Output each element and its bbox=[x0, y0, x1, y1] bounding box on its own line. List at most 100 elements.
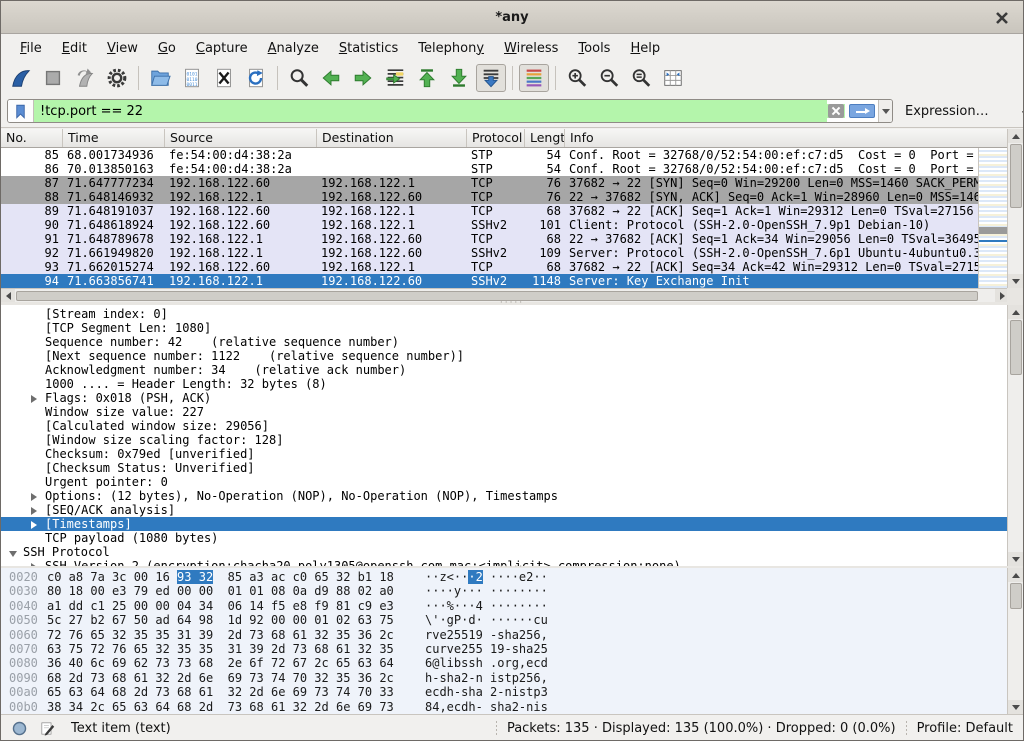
find-packet-icon[interactable] bbox=[284, 64, 314, 92]
close-file-icon[interactable] bbox=[209, 64, 239, 92]
packet-row-91[interactable]: 9171.648789678192.168.122.1192.168.122.6… bbox=[1, 232, 1009, 246]
hex-bytes[interactable]: a1 dd c1 25 00 00 04 34 06 14 f5 e8 f9 8… bbox=[39, 599, 411, 613]
scroll-thumb[interactable] bbox=[16, 291, 978, 301]
hex-bytes[interactable]: c0 a8 7a 3c 00 16 93 32 85 a3 ac c0 65 3… bbox=[39, 570, 411, 584]
detail-line[interactable]: [TCP Segment Len: 1080] bbox=[1, 321, 1009, 335]
scroll-left-icon[interactable] bbox=[1, 289, 15, 303]
menu-statistics[interactable]: Statistics bbox=[330, 37, 407, 60]
detail-line[interactable]: Flags: 0x018 (PSH, ACK) bbox=[1, 391, 1009, 405]
detail-line[interactable]: [Window size scaling factor: 128] bbox=[1, 433, 1009, 447]
details-vscrollbar[interactable] bbox=[1007, 305, 1023, 566]
capture-comment-icon[interactable] bbox=[37, 719, 57, 739]
packet-list-vscrollbar[interactable] bbox=[1007, 129, 1023, 288]
colorize-icon[interactable] bbox=[519, 64, 549, 92]
menu-analyze[interactable]: Analyze bbox=[259, 37, 328, 60]
filter-apply-icon[interactable] bbox=[849, 104, 875, 118]
detail-line[interactable]: Window size value: 227 bbox=[1, 405, 1009, 419]
expand-icon[interactable] bbox=[31, 521, 37, 529]
hex-ascii[interactable]: \'·gP·d· ······cu bbox=[411, 613, 548, 627]
hex-row-0050[interactable]: 00505c 27 b2 67 50 ad 64 98 1d 92 00 00 … bbox=[1, 613, 1009, 627]
packet-row-87[interactable]: 8771.647777234192.168.122.60192.168.122.… bbox=[1, 176, 1009, 190]
column-header-no[interactable]: No. bbox=[1, 129, 63, 147]
zoom-reset-icon[interactable] bbox=[626, 64, 656, 92]
packet-row-88[interactable]: 8871.648146932192.168.122.1192.168.122.6… bbox=[1, 190, 1009, 204]
expand-icon[interactable] bbox=[31, 507, 37, 515]
detail-line[interactable]: 1000 .... = Header Length: 32 bytes (8) bbox=[1, 377, 1009, 391]
filter-clear-icon[interactable] bbox=[827, 104, 845, 118]
menu-capture[interactable]: Capture bbox=[187, 37, 257, 60]
hex-bytes[interactable]: 65 63 64 68 2d 73 68 61 32 2d 6e 69 73 7… bbox=[39, 685, 411, 699]
detail-line[interactable]: Checksum: 0x79ed [unverified] bbox=[1, 447, 1009, 461]
hex-row-00a0[interactable]: 00a065 63 64 68 2d 73 68 61 32 2d 6e 69 … bbox=[1, 685, 1009, 699]
column-header-info[interactable]: Info bbox=[565, 129, 1009, 147]
hex-row-0030[interactable]: 003080 18 00 e3 79 ed 00 00 01 01 08 0a … bbox=[1, 584, 1009, 598]
filter-dropdown-icon[interactable] bbox=[878, 100, 892, 122]
go-first-icon[interactable] bbox=[412, 64, 442, 92]
packet-row-85[interactable]: 8568.001734936fe:54:00:d4:38:2aSTP54Conf… bbox=[1, 148, 1009, 162]
menu-go[interactable]: Go bbox=[149, 37, 185, 60]
column-header-destination[interactable]: Destination bbox=[317, 129, 467, 147]
scroll-down-icon[interactable] bbox=[1008, 700, 1023, 714]
hex-bytes[interactable]: 72 76 65 32 35 35 31 39 2d 73 68 61 32 3… bbox=[39, 628, 411, 642]
hex-ascii[interactable]: 84,ecdh- sha2-nis bbox=[411, 700, 548, 714]
scroll-up-icon[interactable] bbox=[1008, 568, 1023, 582]
detail-line[interactable]: [Timestamps] bbox=[1, 517, 1009, 531]
hex-ascii[interactable]: ··z<···2 ····e2·· bbox=[411, 570, 548, 584]
hex-row-0020[interactable]: 0020c0 a8 7a 3c 00 16 93 32 85 a3 ac c0 … bbox=[1, 570, 1009, 584]
hex-ascii[interactable]: 6@libssh .org,ecd bbox=[411, 656, 548, 670]
add-filter-button[interactable]: + bbox=[1013, 102, 1024, 121]
detail-line[interactable]: [Checksum Status: Unverified] bbox=[1, 461, 1009, 475]
hex-ascii[interactable]: ···%···4 ········ bbox=[411, 599, 548, 613]
hex-bytes[interactable]: 38 34 2c 65 63 64 68 2d 73 68 61 32 2d 6… bbox=[39, 700, 411, 714]
scroll-down-icon[interactable] bbox=[1008, 274, 1024, 288]
zoom-out-icon[interactable] bbox=[594, 64, 624, 92]
go-last-icon[interactable] bbox=[444, 64, 474, 92]
go-back-icon[interactable] bbox=[316, 64, 346, 92]
collapse-icon[interactable] bbox=[9, 551, 17, 557]
menu-file[interactable]: File bbox=[11, 37, 51, 60]
menu-wireless[interactable]: Wireless bbox=[495, 37, 567, 60]
packet-list-minimap[interactable] bbox=[978, 148, 1007, 288]
open-file-icon[interactable] bbox=[145, 64, 175, 92]
display-filter-input[interactable] bbox=[34, 100, 827, 122]
resize-columns-icon[interactable] bbox=[658, 64, 688, 92]
column-header-time[interactable]: Time bbox=[63, 129, 165, 147]
hex-row-0080[interactable]: 008036 40 6c 69 62 73 73 68 2e 6f 72 67 … bbox=[1, 656, 1009, 670]
auto-scroll-icon[interactable] bbox=[476, 64, 506, 92]
filter-bookmark-icon[interactable] bbox=[8, 100, 34, 122]
stop-capture-icon[interactable] bbox=[38, 64, 68, 92]
bytes-vscrollbar[interactable] bbox=[1007, 568, 1023, 714]
hex-ascii[interactable]: h-sha2-n istp256, bbox=[411, 671, 548, 685]
hex-ascii[interactable]: rve25519 -sha256, bbox=[411, 628, 548, 642]
restart-capture-icon[interactable] bbox=[70, 64, 100, 92]
reload-file-icon[interactable] bbox=[241, 64, 271, 92]
detail-line[interactable]: Urgent pointer: 0 bbox=[1, 475, 1009, 489]
menu-help[interactable]: Help bbox=[621, 37, 669, 60]
column-header-protocol[interactable]: Protocol bbox=[467, 129, 525, 147]
hex-bytes[interactable]: 63 75 72 76 65 32 35 35 31 39 2d 73 68 6… bbox=[39, 642, 411, 656]
hex-bytes[interactable]: 5c 27 b2 67 50 ad 64 98 1d 92 00 00 01 0… bbox=[39, 613, 411, 627]
scroll-thumb[interactable] bbox=[1010, 320, 1022, 375]
column-header-length[interactable]: Length bbox=[525, 129, 565, 147]
packet-row-93[interactable]: 9371.662015274192.168.122.60192.168.122.… bbox=[1, 260, 1009, 274]
menu-telephony[interactable]: Telephony bbox=[409, 37, 493, 60]
packet-row-94[interactable]: 9471.663856741192.168.122.1192.168.122.6… bbox=[1, 274, 1009, 288]
scroll-thumb[interactable] bbox=[1010, 583, 1022, 609]
hex-ascii[interactable]: ecdh-sha 2-nistp3 bbox=[411, 685, 548, 699]
expert-info-icon[interactable] bbox=[9, 719, 29, 739]
close-icon[interactable] bbox=[993, 9, 1011, 27]
detail-line[interactable]: TCP payload (1080 bytes) bbox=[1, 531, 1009, 545]
capture-options-icon[interactable] bbox=[102, 64, 132, 92]
detail-line[interactable]: [Calculated window size: 29056] bbox=[1, 419, 1009, 433]
hex-ascii[interactable]: ····y··· ········ bbox=[411, 584, 548, 598]
detail-line[interactable]: SSH Protocol bbox=[1, 545, 1009, 559]
packet-row-90[interactable]: 9071.648618924192.168.122.60192.168.122.… bbox=[1, 218, 1009, 232]
detail-line[interactable]: [SEQ/ACK analysis] bbox=[1, 503, 1009, 517]
menu-edit[interactable]: Edit bbox=[53, 37, 96, 60]
detail-line[interactable]: Sequence number: 42 (relative sequence n… bbox=[1, 335, 1009, 349]
hex-row-0060[interactable]: 006072 76 65 32 35 35 31 39 2d 73 68 61 … bbox=[1, 628, 1009, 642]
hex-bytes[interactable]: 68 2d 73 68 61 32 2d 6e 69 73 74 70 32 3… bbox=[39, 671, 411, 685]
expand-icon[interactable] bbox=[31, 395, 37, 403]
scroll-thumb[interactable] bbox=[1010, 144, 1022, 208]
detail-line[interactable]: Options: (12 bytes), No-Operation (NOP),… bbox=[1, 489, 1009, 503]
